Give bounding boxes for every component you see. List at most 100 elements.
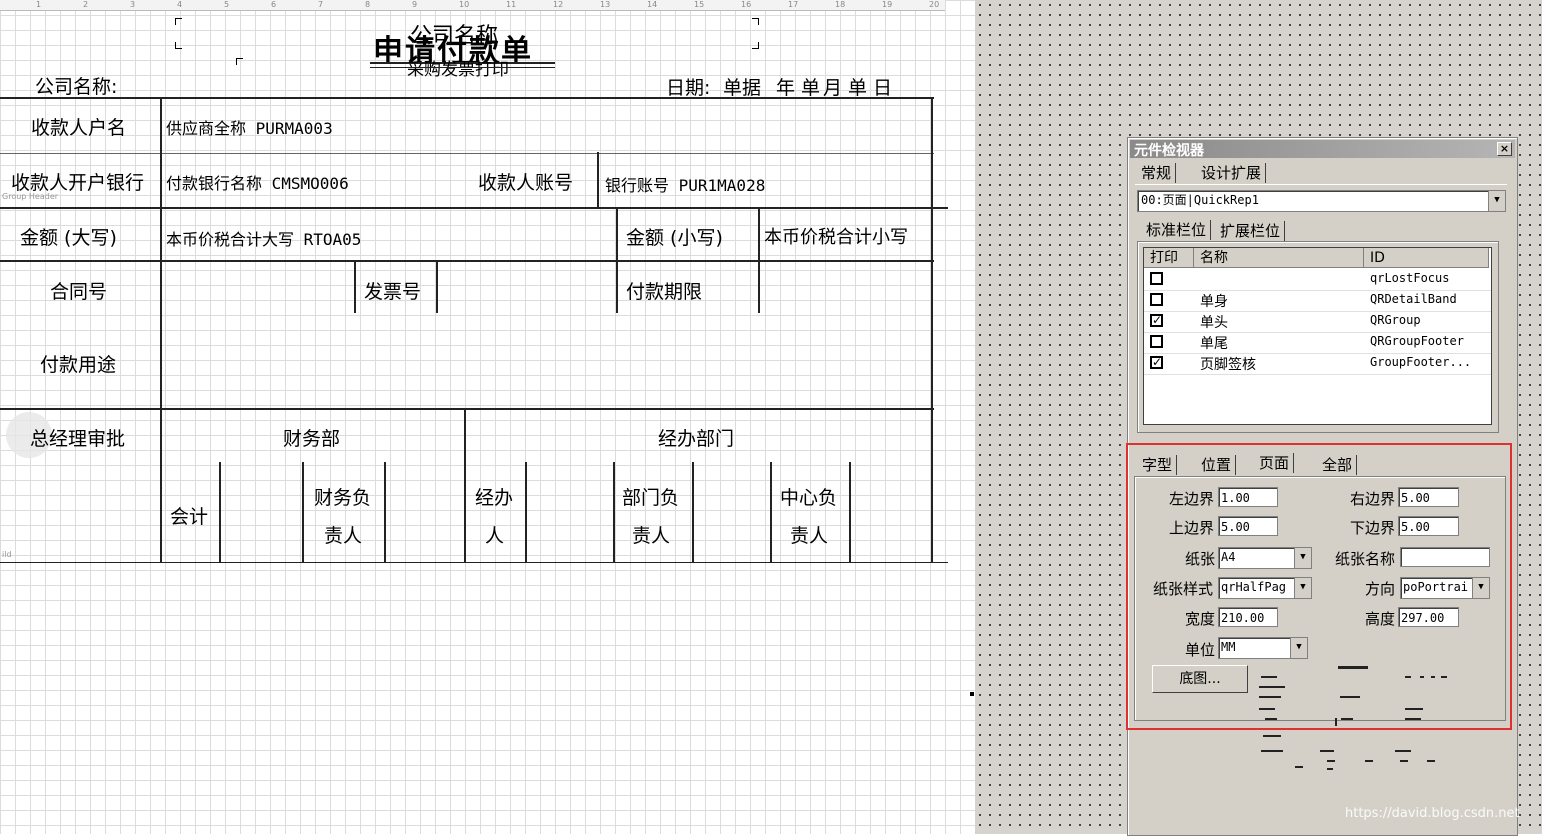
dept-head-label-2[interactable]: 责人 xyxy=(632,521,670,548)
ruler-tick: 9 xyxy=(412,0,418,9)
column-header-id[interactable]: ID xyxy=(1364,248,1489,268)
date-label[interactable]: 日期: xyxy=(666,73,710,100)
table-row[interactable]: ✓ 单头 QRGroup xyxy=(1144,311,1491,333)
gm-approval-label[interactable]: 总经理审批 xyxy=(30,424,125,451)
table-column-divider xyxy=(525,462,527,562)
accountant-label[interactable]: 会计 xyxy=(170,502,208,529)
row-name: 单身 xyxy=(1200,294,1228,310)
band-corner-mark xyxy=(752,42,759,49)
row-name: 单头 xyxy=(1200,315,1228,331)
ruler-tick: 20 xyxy=(929,0,940,9)
date-day-label: 日 xyxy=(873,77,893,99)
inspector-titlebar[interactable]: 元件检视器 × xyxy=(1130,140,1515,159)
preview-mark xyxy=(1365,760,1373,762)
resize-handle[interactable] xyxy=(970,692,974,696)
company-name-label[interactable]: 公司名称: xyxy=(35,72,117,99)
date-day-field[interactable]: 单 xyxy=(848,73,867,100)
ruler-tick: 19 xyxy=(882,0,893,9)
group-header-band-label: Group Header xyxy=(2,192,59,201)
center-head-label-2[interactable]: 责人 xyxy=(790,521,828,548)
ruler-tick: 14 xyxy=(647,0,658,9)
payee-name-field[interactable]: 供应商全称 PURMA003 xyxy=(166,115,333,139)
row-id: GroupFooter... xyxy=(1370,355,1472,369)
table-column-divider xyxy=(616,207,618,313)
table-column-divider xyxy=(354,260,356,313)
tab-standard-fields[interactable]: 标准栏位 xyxy=(1142,220,1212,240)
close-icon[interactable]: × xyxy=(1497,142,1512,156)
band-corner-mark xyxy=(175,18,182,25)
unchecked-checkbox[interactable] xyxy=(1150,293,1163,306)
dept-head-label-1[interactable]: 部门负 xyxy=(622,483,679,510)
date-year-field[interactable]: 单据 xyxy=(723,73,761,100)
title-underline-2 xyxy=(370,67,555,68)
ruler-tick: 16 xyxy=(741,0,752,9)
ruler-tick: 18 xyxy=(835,0,846,9)
payee-bank-field[interactable]: 付款银行名称 CMSMO006 xyxy=(166,170,349,194)
center-head-label-1[interactable]: 中心负 xyxy=(780,483,837,510)
highlight-box xyxy=(1126,443,1512,730)
table-row-divider xyxy=(0,408,934,410)
ruler-tick: 17 xyxy=(788,0,799,9)
footer-band-label: ild xyxy=(2,550,12,559)
finance-dept-label[interactable]: 财务部 xyxy=(283,424,340,451)
ruler-tick: 8 xyxy=(365,0,371,9)
preview-mark xyxy=(1327,760,1335,762)
ruler-tick: 1 xyxy=(36,0,42,9)
table-column-divider xyxy=(302,462,304,562)
row-name: 单尾 xyxy=(1200,336,1228,352)
ruler-tick: 13 xyxy=(600,0,611,9)
finance-head-label-1[interactable]: 财务负 xyxy=(314,483,371,510)
table-row-divider xyxy=(0,207,948,209)
preview-mark xyxy=(1400,760,1408,762)
amount-upper-field[interactable]: 本币价税合计大写 RTOA05 xyxy=(166,226,361,250)
payee-bank-label[interactable]: 收款人开户银行 xyxy=(11,168,144,195)
table-column-divider xyxy=(692,462,694,562)
table-column-divider xyxy=(770,462,772,562)
ruler-tick: 5 xyxy=(224,0,230,9)
invoice-no-label[interactable]: 发票号 xyxy=(364,277,421,304)
tab-design-extension[interactable]: 设计扩展 xyxy=(1197,163,1267,183)
payee-name-label[interactable]: 收款人户名 xyxy=(31,113,126,140)
payee-account-label[interactable]: 收款人账号 xyxy=(478,168,573,195)
column-header-print[interactable]: 打印 xyxy=(1144,248,1194,268)
payment-purpose-label[interactable]: 付款用途 xyxy=(40,350,116,377)
band-list-grid[interactable]: 打印 名称 ID qrLostFocus 单身 QRDetailBand ✓ 单头 QRG… xyxy=(1143,247,1492,425)
chevron-down-icon[interactable]: ▼ xyxy=(1488,191,1505,211)
amount-upper-label[interactable]: 金额 (大写) xyxy=(20,223,117,250)
ruler-tick: 7 xyxy=(318,0,324,9)
unchecked-checkbox[interactable] xyxy=(1150,335,1163,348)
tab-general[interactable]: 常规 xyxy=(1137,163,1177,183)
amount-lower-field[interactable]: 本币价税合计小写 xyxy=(764,223,908,249)
checked-checkbox[interactable]: ✓ xyxy=(1150,356,1163,369)
table-row[interactable]: ✓ 页脚签核 GroupFooter... xyxy=(1144,353,1491,375)
ruler-tick: 15 xyxy=(694,0,705,9)
handling-dept-label[interactable]: 经办部门 xyxy=(658,424,734,451)
amount-lower-label[interactable]: 金额 (小写) xyxy=(626,223,723,250)
table-row[interactable]: 单尾 QRGroupFooter xyxy=(1144,332,1491,354)
date-month-field[interactable]: 单 xyxy=(801,73,820,100)
handler-label-1[interactable]: 经办 xyxy=(475,483,513,510)
date-year-label: 年 xyxy=(776,77,796,99)
preview-mark xyxy=(1261,750,1283,752)
row-id: qrLostFocus xyxy=(1370,271,1450,285)
payment-term-label[interactable]: 付款期限 xyxy=(626,277,702,304)
row-id: QRDetailBand xyxy=(1370,292,1457,306)
unchecked-checkbox[interactable] xyxy=(1150,272,1163,285)
table-border-top xyxy=(0,97,934,99)
table-row[interactable]: qrLostFocus xyxy=(1144,269,1491,291)
tab-extended-fields[interactable]: 扩展栏位 xyxy=(1216,221,1286,241)
payee-account-field[interactable]: 银行账号 PUR1MA028 xyxy=(605,172,765,196)
column-header-name[interactable]: 名称 xyxy=(1194,248,1364,268)
component-selector[interactable]: 00:页面|QuickRep1 ▼ xyxy=(1137,190,1506,212)
table-column-divider xyxy=(597,152,599,207)
inspector-title: 元件检视器 xyxy=(1134,143,1204,159)
finance-head-label-2[interactable]: 责人 xyxy=(324,521,362,548)
handler-label-2[interactable]: 人 xyxy=(485,521,504,548)
checked-checkbox[interactable]: ✓ xyxy=(1150,314,1163,327)
report-canvas[interactable]: 1 2 3 4 5 6 7 8 9 10 11 12 13 14 15 16 17 18 19 20 公司名称 申请付… xyxy=(0,0,975,834)
contract-no-label[interactable]: 合同号 xyxy=(50,277,107,304)
table-row[interactable]: 单身 QRDetailBand xyxy=(1144,290,1491,312)
row-id: QRGroupFooter xyxy=(1370,334,1464,348)
preview-mark xyxy=(1295,766,1303,768)
table-column-divider xyxy=(931,97,933,562)
